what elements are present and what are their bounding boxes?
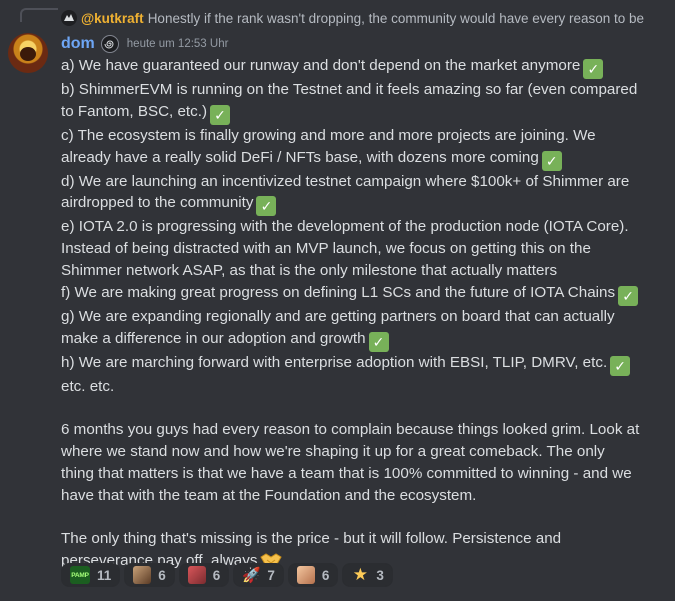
reaction-button[interactable]: PAMP 11: [61, 563, 121, 587]
face-emoji-icon: [296, 566, 315, 584]
message-line: Instead of being distracted with an MVP …: [61, 238, 666, 260]
message-line: already have a really solid DeFi / NFTs …: [61, 147, 666, 171]
message-line-text: thing that matters is that we have a tea…: [61, 464, 632, 482]
message-line-text: e) IOTA 2.0 is progressing with the deve…: [61, 218, 629, 236]
message-line: a) We have guaranteed our runway and don…: [61, 55, 666, 79]
message-line-text: f) We are making great progress on defin…: [61, 283, 616, 301]
message-line: Shimmer network ASAP, as that is the onl…: [61, 260, 666, 282]
reactions-bar: PAMP 11 6 6 🚀 7 6 ★ 3: [61, 563, 393, 587]
author-username[interactable]: dom: [61, 35, 95, 53]
reaction-button[interactable]: 6: [287, 563, 339, 587]
reply-author[interactable]: @kutkraft: [81, 11, 144, 26]
message-line: make a difference in our adoption and gr…: [61, 328, 666, 352]
message-line: etc. etc.: [61, 376, 666, 398]
reaction-count: 6: [212, 567, 221, 583]
message-line-text: have that with the team at the Foundatio…: [61, 486, 477, 504]
message-line-text: 6 months you guys had every reason to co…: [61, 421, 640, 439]
message-timestamp: heute um 12:53 Uhr: [126, 38, 229, 50]
author-avatar[interactable]: [8, 33, 48, 73]
avatar-emoji-icon: [133, 566, 152, 584]
message-line: where we stand now and how we're shaping…: [61, 441, 666, 463]
message-line: thing that matters is that we have a tea…: [61, 463, 666, 485]
rocket-icon: 🚀: [241, 567, 261, 584]
message-line-text: make a difference in our adoption and gr…: [61, 329, 366, 347]
message-line: g) We are expanding regionally and are g…: [61, 306, 666, 328]
reaction-button[interactable]: 6: [178, 563, 230, 587]
message-line: b) ShimmerEVM is running on the Testnet …: [61, 79, 666, 101]
message-line-text: airdropped to the community: [61, 194, 254, 212]
message-line: f) We are making great progress on defin…: [61, 282, 666, 306]
message-content: a) We have guaranteed our runway and don…: [61, 55, 666, 575]
check-mark-icon: ✓: [256, 196, 277, 217]
check-mark-icon: ✓: [583, 59, 604, 79]
check-mark-icon: ✓: [368, 331, 389, 352]
message-line-text: where we stand now and how we're shaping…: [61, 442, 605, 460]
check-mark-icon: ✓: [210, 104, 231, 125]
check-mark-icon: ✓: [541, 150, 562, 171]
reaction-button[interactable]: 6: [124, 563, 175, 587]
message-line-text: g) We are expanding regionally and are g…: [61, 307, 615, 325]
reply-connector: [20, 8, 58, 22]
message-line-text: to Fantom, BSC, etc.): [61, 102, 208, 120]
reaction-button[interactable]: ★ 3: [342, 563, 393, 587]
check-mark-icon: ✓: [610, 355, 631, 376]
message-line: The only thing that's missing is the pri…: [61, 528, 666, 550]
message-header: dom heute um 12:53 Uhr: [61, 33, 228, 55]
message-line: have that with the team at the Foundatio…: [61, 485, 666, 507]
message-line-text: d) We are launching an incentivized test…: [61, 172, 630, 190]
message-line-text: The only thing that's missing is the pri…: [61, 530, 562, 548]
reply-preview[interactable]: @kutkraft Honestly if the rank wasn't dr…: [61, 8, 644, 28]
message-line-text: c) The ecosystem is finally growing and …: [61, 126, 596, 144]
message-line: c) The ecosystem is finally growing and …: [61, 125, 666, 147]
message-line-text: already have a really solid DeFi / NFTs …: [61, 148, 539, 166]
message-line: e) IOTA 2.0 is progressing with the deve…: [61, 216, 666, 238]
message-line-text: h) We are marching forward with enterpri…: [61, 353, 608, 371]
reply-avatar-icon: [61, 10, 77, 26]
star-icon: ★: [352, 565, 368, 584]
message-line-text: etc. etc.: [61, 377, 115, 395]
red-emoji-icon: [187, 566, 206, 584]
message-line: to Fantom, BSC, etc.) ✓: [61, 101, 666, 125]
reaction-count: 6: [158, 567, 166, 583]
pamp-emoji-icon: PAMP: [70, 566, 90, 584]
reaction-count: 11: [97, 567, 112, 583]
reply-text[interactable]: Honestly if the rank wasn't dropping, th…: [148, 11, 644, 26]
message-line-text: Instead of being distracted with an MVP …: [61, 240, 591, 258]
message-line: 6 months you guys had every reason to co…: [61, 419, 666, 441]
message-line-text: b) ShimmerEVM is running on the Testnet …: [61, 81, 638, 98]
reaction-button[interactable]: 🚀 7: [233, 563, 284, 587]
message-line: d) We are launching an incentivized test…: [61, 171, 666, 193]
message-line-text: Shimmer network ASAP, as that is the onl…: [61, 261, 558, 279]
reaction-count: 3: [376, 567, 384, 583]
message-line-text: a) We have guaranteed our runway and don…: [61, 57, 581, 74]
message-line: airdropped to the community ✓: [61, 192, 666, 217]
message-line: h) We are marching forward with enterpri…: [61, 352, 666, 376]
spiral-badge-icon: [100, 35, 119, 53]
reaction-count: 7: [267, 567, 275, 583]
check-mark-icon: ✓: [618, 285, 639, 306]
reaction-count: 6: [321, 567, 330, 583]
